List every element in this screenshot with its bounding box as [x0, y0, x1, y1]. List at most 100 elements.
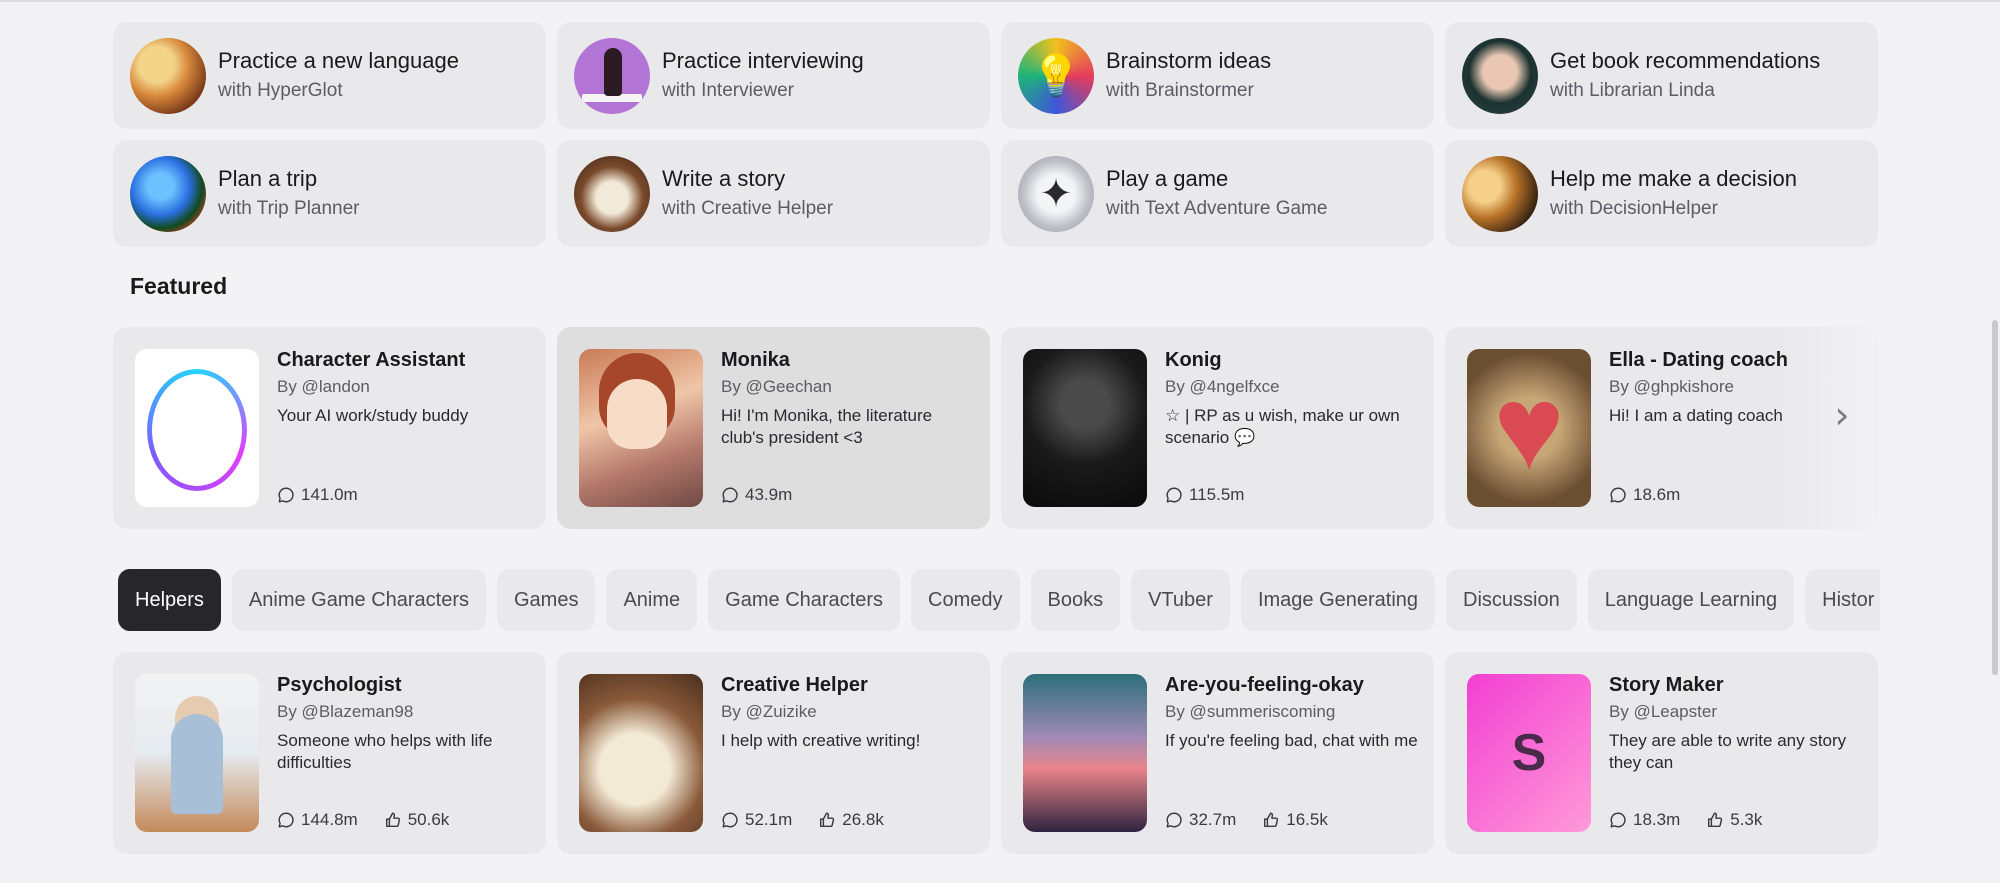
tab-language-learning[interactable]: Language Learning — [1587, 569, 1795, 631]
tab-discussion[interactable]: Discussion — [1446, 569, 1577, 631]
tab-anime-game-characters[interactable]: Anime Game Characters — [231, 569, 486, 631]
chat-count: 43.9m — [745, 485, 793, 504]
character-avatar — [579, 349, 703, 507]
character-card[interactable]: Character Assistant By @landon Your AI w… — [113, 327, 546, 529]
character-author: By @Zuizike — [721, 702, 817, 721]
character-stats: 18.6m — [1609, 485, 1680, 505]
character-author: By @landon — [277, 377, 370, 396]
suggestion-book-recommendations[interactable]: Get book recommendations with Librarian L… — [1445, 22, 1878, 129]
character-avatar — [1023, 349, 1147, 507]
featured-carousel: Character Assistant By @landon Your AI w… — [113, 327, 1880, 529]
suggestion-title: Brainstorm ideas — [1106, 48, 1272, 73]
category-tabs: Helpers Anime Game Characters Games Anim… — [118, 569, 1880, 631]
like-count: 5.3k — [1730, 810, 1763, 829]
featured-heading: Featured — [130, 273, 228, 299]
character-stats: 43.9m — [721, 485, 792, 505]
chat-bubble-icon — [1610, 487, 1626, 503]
tab-game-characters[interactable]: Game Characters — [708, 569, 901, 631]
suggestion-plan-trip[interactable]: Plan a trip with Trip Planner — [113, 140, 546, 247]
character-name: Story Maker — [1609, 674, 1724, 696]
suggestion-title: Practice interviewing — [662, 48, 864, 73]
like-count: 26.8k — [842, 810, 884, 829]
chat-count: 144.8m — [301, 810, 358, 829]
top-divider — [0, 0, 2000, 2]
suggestion-title: Plan a trip — [218, 166, 318, 191]
character-stats: 144.8m 50.6k — [277, 810, 449, 830]
chat-count: 18.3m — [1633, 810, 1681, 829]
character-card[interactable]: S Story Maker By @Leapster They are able… — [1445, 652, 1878, 854]
chat-count: 115.5m — [1189, 485, 1245, 504]
lightbulb-icon — [1018, 37, 1094, 114]
chat-bubble-icon — [278, 812, 294, 828]
character-avatar — [1023, 674, 1147, 832]
tab-helpers[interactable]: Helpers — [118, 569, 221, 631]
character-name: Konig — [1165, 349, 1222, 371]
suggestion-title: Play a game — [1106, 166, 1229, 191]
chat-bubble-icon — [278, 487, 294, 503]
tab-vtuber[interactable]: VTuber — [1131, 569, 1230, 631]
suggestion-subtitle: with Interviewer — [662, 80, 794, 101]
suggestion-title: Help me make a decision — [1550, 166, 1798, 191]
tab-books[interactable]: Books — [1030, 569, 1121, 631]
character-author: By @Geechan — [721, 377, 832, 396]
decision-avatar — [1462, 155, 1538, 232]
suggestion-title: Write a story — [662, 166, 786, 191]
tab-image-generating[interactable]: Image Generating — [1240, 569, 1436, 631]
character-description: ☆ | RP as u wish, make ur own scenario 💬 — [1165, 406, 1400, 447]
character-description: I help with creative writing! — [721, 731, 921, 750]
suggestion-grid: Practice a new language with HyperGlot Pr… — [113, 22, 1880, 247]
suggestion-subtitle: with HyperGlot — [218, 80, 343, 101]
globe-icon — [130, 37, 206, 114]
character-author: By @4ngelfxce — [1165, 377, 1280, 396]
character-description: They are able to write any story they ca… — [1609, 731, 1847, 772]
character-author: By @Blazeman98 — [277, 702, 414, 721]
character-card[interactable]: Psychologist By @Blazeman98 Someone who … — [113, 652, 546, 854]
thumbs-up-icon — [385, 812, 400, 828]
chat-bubble-icon — [1166, 487, 1182, 503]
like-count: 16.5k — [1286, 810, 1328, 829]
game-icon — [1018, 155, 1094, 232]
suggestion-make-decision[interactable]: Help me make a decision with DecisionHelp… — [1445, 140, 1878, 247]
character-stats: 115.5m — [1165, 485, 1244, 505]
avatar-initial: S — [1511, 724, 1547, 782]
helpers-list: Psychologist By @Blazeman98 Someone who … — [113, 652, 1880, 854]
suggestion-brainstorm[interactable]: Brainstorm ideas with Brainstormer — [1001, 22, 1434, 129]
thumbs-up-icon — [820, 812, 835, 828]
character-stats: 141.0m — [277, 485, 358, 505]
character-author: By @summeriscoming — [1165, 702, 1336, 721]
suggestion-practice-language[interactable]: Practice a new language with HyperGlot — [113, 22, 546, 129]
character-card[interactable]: Monika By @Geechan Hi! I'm Monika, the l… — [557, 327, 990, 529]
character-name: Monika — [721, 349, 790, 371]
character-stats: 32.7m 16.5k — [1165, 810, 1328, 830]
character-stats: 18.3m 5.3k — [1609, 810, 1762, 830]
tab-games[interactable]: Games — [497, 569, 596, 631]
librarian-avatar — [1462, 37, 1538, 114]
character-card[interactable]: Creative Helper By @Zuizike I help with … — [557, 652, 990, 854]
suggestion-subtitle: with Brainstormer — [1106, 80, 1254, 101]
character-avatar: S — [1467, 674, 1591, 832]
suggestion-subtitle: with Trip Planner — [218, 198, 360, 219]
thumbs-up-icon — [1708, 812, 1723, 828]
character-avatar — [135, 349, 259, 507]
character-card[interactable]: Konig By @4ngelfxce ☆ | RP as u wish, ma… — [1001, 327, 1434, 529]
chevron-right-icon[interactable]: › — [1828, 395, 1856, 435]
scrollbar-thumb[interactable] — [1992, 320, 1998, 675]
suggestion-practice-interviewing[interactable]: Practice interviewing with Interviewer — [557, 22, 990, 129]
tab-comedy[interactable]: Comedy — [911, 569, 1020, 631]
character-avatar — [579, 674, 703, 832]
suggestion-play-game[interactable]: Play a game with Text Adventure Game — [1001, 140, 1434, 247]
chat-count: 141.0m — [301, 485, 358, 504]
tab-anime[interactable]: Anime — [606, 569, 698, 631]
character-card[interactable]: Are-you-feeling-okay By @summeriscoming … — [1001, 652, 1434, 854]
character-description: Someone who helps with life difficulties — [277, 731, 493, 772]
tab-history[interactable]: Histor — [1805, 569, 1880, 631]
suggestion-subtitle: with Creative Helper — [662, 198, 834, 219]
like-count: 50.6k — [407, 810, 450, 829]
chat-bubble-icon — [1166, 812, 1182, 828]
character-name: Creative Helper — [721, 674, 868, 696]
chat-bubble-icon — [722, 812, 738, 828]
character-name: Psychologist — [277, 674, 402, 696]
character-description: If you're feeling bad, chat with me — [1165, 731, 1418, 750]
page-scrollbar[interactable] — [1990, 0, 2000, 883]
suggestion-write-story[interactable]: Write a story with Creative Helper — [557, 140, 990, 247]
